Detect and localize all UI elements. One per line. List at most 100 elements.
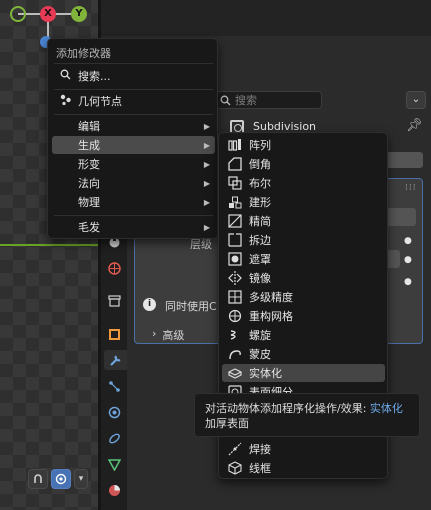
chevron-right-icon: › bbox=[152, 327, 157, 340]
chevron-right-icon: ▶ bbox=[203, 197, 210, 207]
modifier-header-field[interactable] bbox=[385, 152, 423, 168]
menu-item-edit[interactable]: 编辑 ▶ bbox=[52, 117, 215, 135]
menu-item-label: 编辑 bbox=[78, 120, 100, 133]
wireframe-icon bbox=[228, 461, 242, 475]
submenu-item-label: 螺旋 bbox=[249, 329, 271, 342]
tab-object[interactable] bbox=[104, 324, 124, 344]
screw-icon bbox=[228, 328, 242, 342]
skin-icon bbox=[228, 347, 242, 361]
search-icon bbox=[58, 69, 72, 83]
submenu-item-label: 布尔 bbox=[249, 177, 271, 190]
menu-item-label: 形变 bbox=[78, 158, 100, 171]
viewport-overlay-tools: ▾ bbox=[28, 468, 88, 490]
submenu-item-bevel[interactable]: 倒角 bbox=[222, 155, 385, 173]
gizmo-x-axis[interactable]: X bbox=[40, 6, 56, 22]
properties-search-input[interactable]: 搜索 bbox=[216, 91, 322, 109]
tooltip-highlight: 实体化 bbox=[369, 402, 403, 415]
submenu-item-label: 重构网格 bbox=[249, 310, 293, 323]
menu-item-normals[interactable]: 法向 ▶ bbox=[52, 174, 215, 192]
pin-icon[interactable]: 📌︎ bbox=[406, 118, 423, 133]
submenu-item-boolean[interactable]: 布尔 bbox=[222, 174, 385, 192]
tab-modifiers[interactable] bbox=[104, 350, 127, 370]
snap-toggle-icon[interactable] bbox=[28, 469, 48, 489]
submenu-item-edge-split[interactable]: 拆边 bbox=[222, 231, 385, 249]
multires-icon bbox=[228, 290, 242, 304]
proportional-edit-icon[interactable] bbox=[51, 469, 71, 489]
tab-world[interactable] bbox=[104, 258, 124, 278]
chevron-down-icon[interactable]: ⌄ bbox=[406, 91, 426, 109]
submenu-item-label: 倒角 bbox=[249, 158, 271, 171]
mask-icon bbox=[228, 252, 242, 266]
tab-data[interactable] bbox=[104, 454, 124, 474]
menu-separator bbox=[54, 114, 213, 115]
gizmo-x-ring[interactable] bbox=[10, 6, 26, 22]
menu-item-label: 法向 bbox=[78, 177, 100, 190]
submenu-item-array[interactable]: 阵列 bbox=[222, 136, 385, 154]
submenu-item-label: 阵列 bbox=[249, 139, 271, 152]
chevron-right-icon: ▶ bbox=[203, 140, 210, 150]
keyframe-dot-icon[interactable]: ● bbox=[404, 277, 412, 287]
mirror-icon bbox=[228, 271, 242, 285]
submenu-item-label: 拆边 bbox=[249, 234, 271, 247]
submenu-item-remesh[interactable]: 重构网格 bbox=[222, 307, 385, 325]
build-icon bbox=[228, 195, 242, 209]
tab-constraints[interactable] bbox=[104, 428, 124, 448]
remesh-icon bbox=[228, 309, 242, 323]
keyframe-dot-icon[interactable]: ● bbox=[404, 255, 412, 265]
submenu-item-label: 精简 bbox=[249, 215, 271, 228]
menu-title: 添加修改器 bbox=[56, 47, 111, 60]
gizmo-y-axis[interactable]: Y bbox=[71, 6, 87, 22]
submenu-item-label: 建形 bbox=[249, 196, 271, 209]
weld-icon bbox=[228, 442, 242, 456]
menu-separator bbox=[54, 89, 213, 90]
tab-physics[interactable] bbox=[104, 402, 124, 422]
menu-item-label: 几何节点 bbox=[78, 95, 122, 108]
tab-material[interactable] bbox=[104, 480, 124, 500]
boolean-icon bbox=[228, 176, 242, 190]
advanced-subpanel-toggle[interactable]: › 高级 bbox=[152, 327, 184, 343]
menu-item-label: 物理 bbox=[78, 196, 100, 209]
edge-split-icon bbox=[228, 233, 242, 247]
array-icon bbox=[228, 138, 242, 152]
bevel-icon bbox=[228, 157, 242, 171]
tab-particles[interactable] bbox=[104, 376, 124, 396]
submenu-item-label: 实体化 bbox=[249, 367, 282, 380]
submenu-item-wireframe[interactable]: 线框 bbox=[222, 459, 385, 477]
chevron-right-icon: ▶ bbox=[203, 222, 210, 232]
menu-item-label: 毛发 bbox=[78, 221, 100, 234]
submenu-item-build[interactable]: 建形 bbox=[222, 193, 385, 211]
keyframe-dot-icon[interactable]: ● bbox=[404, 236, 412, 246]
submenu-item-skin[interactable]: 蒙皮 bbox=[222, 345, 385, 363]
menu-separator bbox=[54, 215, 213, 216]
menu-item-generate[interactable]: 生成 ▶ bbox=[52, 136, 215, 154]
submenu-item-decimate[interactable]: 精简 bbox=[222, 212, 385, 230]
viewport-grid-axis-line bbox=[0, 244, 98, 246]
submenu-item-screw[interactable]: 螺旋 bbox=[222, 326, 385, 344]
panel-field[interactable] bbox=[386, 208, 416, 226]
submenu-item-mask[interactable]: 遮罩 bbox=[222, 250, 385, 268]
tab-collection[interactable] bbox=[104, 290, 124, 310]
submenu-item-multires[interactable]: 多级精度 bbox=[222, 288, 385, 306]
submenu-item-label: 镜像 bbox=[249, 272, 271, 285]
add-modifier-menu: 添加修改器 搜索... 几何节点 编辑 ▶ 生成 ▶ 形变 ▶ 法向 ▶ 物理 … bbox=[47, 38, 218, 239]
menu-separator bbox=[54, 63, 213, 64]
menu-item-physics[interactable]: 物理 ▶ bbox=[52, 193, 215, 211]
submenu-item-solidify[interactable]: 实体化 bbox=[222, 364, 385, 382]
submenu-item-mirror[interactable]: 镜像 bbox=[222, 269, 385, 287]
tooltip-text: 对活动物体添加程序化操作/效果: bbox=[205, 402, 370, 415]
menu-item-deform[interactable]: 形变 ▶ bbox=[52, 155, 215, 173]
submenu-item-weld[interactable]: 焊接 bbox=[222, 440, 385, 458]
drag-handle-icon[interactable]: ⁞⁞⁞ bbox=[405, 183, 417, 193]
solidify-icon bbox=[228, 366, 242, 380]
menu-item-label: 搜索... bbox=[78, 70, 111, 83]
panel-field[interactable] bbox=[386, 250, 400, 268]
geometry-nodes-icon bbox=[58, 93, 72, 109]
tooltip-line2: 加厚表面 bbox=[205, 417, 249, 430]
menu-item-search[interactable]: 搜索... bbox=[52, 67, 215, 85]
submenu-item-label: 遮罩 bbox=[249, 253, 271, 266]
menu-item-hair[interactable]: 毛发 ▶ bbox=[52, 218, 215, 236]
chevron-right-icon: ▶ bbox=[203, 121, 210, 131]
menu-item-geometry-nodes[interactable]: 几何节点 bbox=[52, 92, 215, 110]
search-icon bbox=[220, 95, 231, 105]
chevron-down-icon[interactable]: ▾ bbox=[74, 469, 88, 489]
